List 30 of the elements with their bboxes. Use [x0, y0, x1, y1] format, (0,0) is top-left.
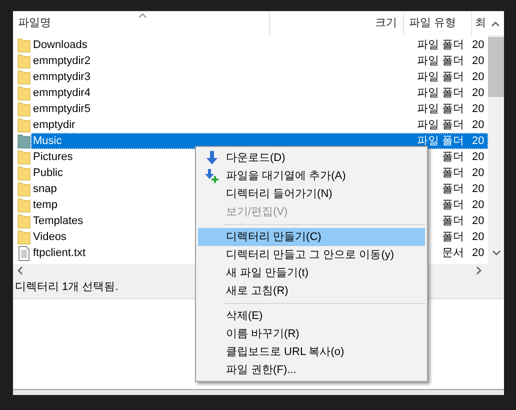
modified-date: 20	[471, 246, 486, 261]
file-type: 파일 폴더	[416, 70, 464, 85]
modified-date: 20	[471, 102, 486, 117]
file-type: 폴더	[442, 198, 464, 213]
file-type: 폴더	[442, 150, 464, 165]
modified-date: 20	[471, 134, 486, 149]
modified-date: 20	[471, 70, 486, 85]
modified-date: 20	[471, 214, 486, 229]
file-type: 폴더	[442, 182, 464, 197]
file-name: Music	[32, 134, 62, 149]
modified-date: 20	[471, 54, 486, 69]
file-type: 파일 폴더	[416, 118, 464, 133]
file-type: 폴더	[442, 166, 464, 181]
file-type: 폴더	[442, 230, 464, 245]
file-type: 폴더	[442, 214, 464, 229]
modified-date: 20	[471, 230, 486, 245]
modified-date: 20	[471, 38, 486, 53]
modified-date: 20	[471, 182, 486, 197]
modified-date: 20	[471, 86, 486, 101]
file-type: 문서	[442, 246, 464, 261]
file-type: 파일 폴더	[416, 54, 464, 69]
file-type: 파일 폴더	[416, 86, 464, 101]
modified-date: 20	[471, 166, 486, 181]
status-text: 디렉터리 1개 선택됨.	[15, 280, 118, 296]
modified-date: 20	[471, 198, 486, 213]
file-type: 파일 폴더	[416, 38, 464, 53]
modified-date: 20	[471, 118, 486, 133]
file-type: 파일 폴더	[416, 134, 464, 149]
modified-date: 20	[471, 150, 486, 165]
file-type: 파일 폴더	[416, 102, 464, 117]
